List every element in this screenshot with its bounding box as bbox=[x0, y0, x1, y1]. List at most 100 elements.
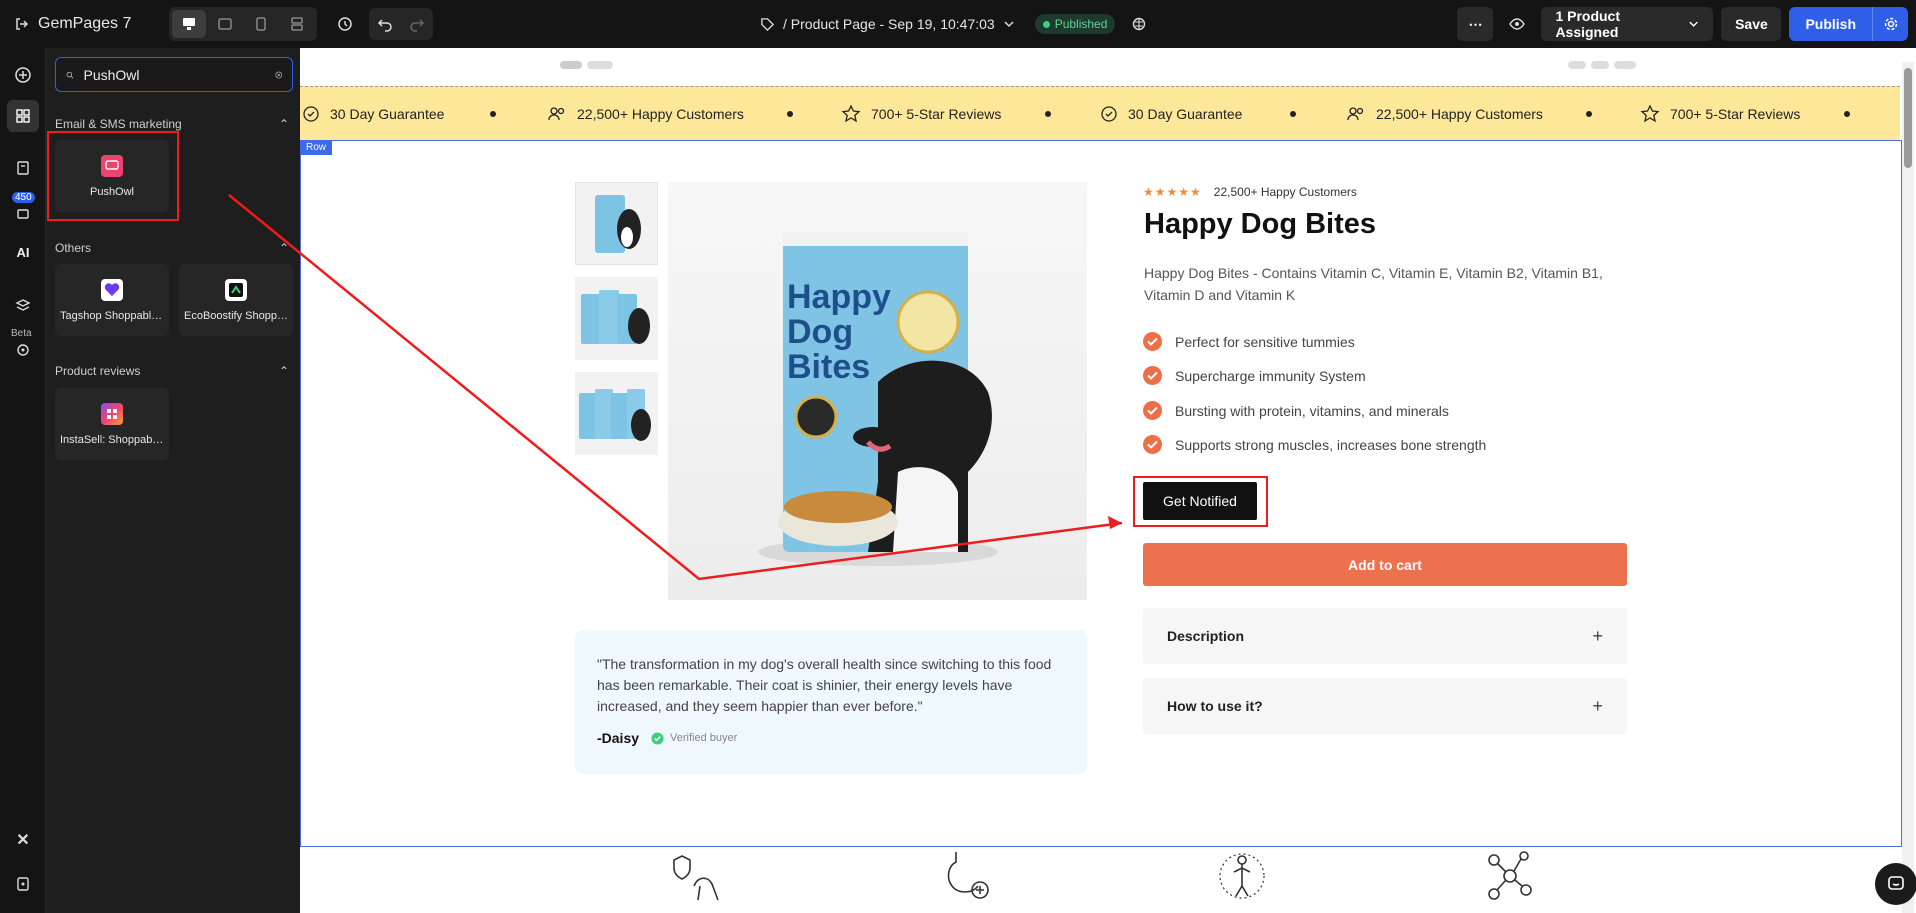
product-bullet: Bursting with protein, vitamins, and min… bbox=[1143, 401, 1449, 420]
product-bullet: Perfect for sensitive tummies bbox=[1143, 332, 1355, 351]
product-thumbnail[interactable] bbox=[575, 182, 658, 265]
help-button[interactable] bbox=[7, 868, 39, 900]
testimonial-meta: -Daisy Verified buyer bbox=[597, 730, 1065, 746]
accordion-description[interactable]: Description + bbox=[1143, 608, 1627, 664]
marquee-text: 700+ 5-Star Reviews bbox=[1670, 105, 1801, 122]
left-rail: 450 AI Beta ✕ bbox=[0, 48, 46, 913]
testimonial-card: "The transformation in my dog's overall … bbox=[575, 630, 1087, 774]
app-tile-ecoboostify[interactable]: EcoBoostify Shoppable... bbox=[179, 264, 293, 336]
users-icon bbox=[548, 106, 565, 120]
apps-icon bbox=[16, 109, 30, 123]
x-button[interactable]: ✕ bbox=[7, 824, 39, 856]
x-logo-icon: ✕ bbox=[16, 832, 30, 849]
add-element-button[interactable] bbox=[7, 59, 39, 91]
canvas-drag-handle[interactable] bbox=[1614, 61, 1636, 69]
rating-stars: ★★★★★ bbox=[1143, 185, 1202, 199]
package-text: Happy Dog Bites bbox=[787, 280, 891, 385]
brain-icon[interactable] bbox=[1131, 16, 1147, 32]
history-button[interactable] bbox=[329, 8, 361, 40]
status-badge: Published bbox=[1034, 14, 1116, 34]
accordion-title: Description bbox=[1167, 628, 1245, 644]
package-line: Dog bbox=[787, 313, 854, 351]
marquee-dot bbox=[787, 110, 793, 117]
chevron-up-icon: ⌃ bbox=[278, 364, 289, 378]
canvas-drag-handle[interactable] bbox=[1591, 61, 1609, 69]
product-bullet: Supports strong muscles, increases bone … bbox=[1143, 435, 1486, 454]
testimonial-text: "The transformation in my dog's overall … bbox=[597, 656, 1052, 714]
section-email-sms[interactable]: Email & SMS marketing ⌃ bbox=[55, 117, 289, 131]
plus-circle-icon bbox=[15, 67, 31, 83]
sections-button[interactable] bbox=[7, 196, 39, 228]
apps-button[interactable] bbox=[7, 100, 39, 132]
pages-button[interactable] bbox=[7, 152, 39, 184]
testimonial-author: -Daisy bbox=[597, 730, 640, 746]
ai-button[interactable]: AI bbox=[7, 236, 39, 268]
desktop-icon bbox=[183, 18, 196, 30]
marquee-dot bbox=[490, 110, 496, 117]
canvas-scrollbar-thumb[interactable] bbox=[1904, 68, 1912, 168]
marquee-text: 30 Day Guarantee bbox=[330, 105, 445, 122]
page-title-area[interactable]: / Product Page - Sep 19, 10:47:03 Publis… bbox=[760, 0, 1147, 48]
beta-tool-button[interactable] bbox=[7, 334, 39, 366]
package-line: Bites bbox=[787, 348, 871, 386]
chevron-up-icon: ⌃ bbox=[278, 117, 289, 131]
tile-label: EcoBoostify Shoppable... bbox=[184, 309, 288, 322]
add-to-cart-button[interactable]: Add to cart bbox=[1143, 543, 1627, 586]
undo-button[interactable] bbox=[369, 8, 401, 40]
product-title: Happy Dog Bites bbox=[1144, 208, 1377, 240]
product-main-image[interactable] bbox=[668, 182, 1087, 600]
bullet-text: Supercharge immunity System bbox=[1175, 367, 1366, 384]
product-thumbnail[interactable] bbox=[575, 372, 658, 455]
layout-view-button[interactable] bbox=[280, 10, 314, 38]
app-logo[interactable]: GemPages 7 bbox=[14, 15, 131, 33]
marquee-dot bbox=[1586, 110, 1592, 117]
marquee-dot bbox=[1045, 110, 1051, 117]
mobile-view-button[interactable] bbox=[244, 10, 278, 38]
canvas-drag-handle[interactable] bbox=[587, 61, 613, 69]
chat-launcher-button[interactable] bbox=[1875, 863, 1916, 905]
tablet-view-button[interactable] bbox=[208, 10, 242, 38]
canvas-drag-handle[interactable] bbox=[1568, 61, 1586, 69]
save-button[interactable]: Save bbox=[1721, 7, 1782, 41]
layout-icon bbox=[291, 17, 304, 31]
canvas-scrollbar[interactable] bbox=[1902, 62, 1914, 913]
editor-canvas[interactable]: 30 Day Guarantee 22,500+ Happy Customers… bbox=[300, 48, 1916, 913]
product-thumbnail[interactable] bbox=[575, 277, 658, 360]
stack-icon bbox=[15, 299, 31, 311]
clear-search-icon[interactable] bbox=[274, 68, 283, 82]
redo-button[interactable] bbox=[401, 8, 433, 40]
marquee-item: 700+ 5-Star Reviews bbox=[1640, 103, 1801, 124]
stack-button[interactable] bbox=[7, 290, 39, 322]
top-bar: GemPages 7 / Product Page - Sep 19, 10:4… bbox=[0, 0, 1916, 48]
marquee-text: 22,500+ Happy Customers bbox=[577, 105, 744, 122]
product-assigned-dropdown[interactable]: 1 Product Assigned bbox=[1541, 7, 1714, 41]
dog-food-package-illustration bbox=[758, 232, 998, 566]
check-icon bbox=[1143, 401, 1162, 420]
product-rating: ★★★★★ 22,500+ Happy Customers bbox=[1143, 185, 1357, 199]
more-button[interactable]: ⋯ bbox=[1457, 7, 1494, 41]
benefit-marquee[interactable]: 30 Day Guarantee 22,500+ Happy Customers… bbox=[300, 86, 1900, 140]
get-notified-button[interactable]: Get Notified bbox=[1143, 482, 1257, 520]
verified-text: Verified buyer bbox=[670, 732, 738, 744]
publish-settings-button[interactable] bbox=[1872, 7, 1908, 41]
section-product-reviews[interactable]: Product reviews ⌃ bbox=[55, 364, 289, 378]
product-bullet: Supercharge immunity System bbox=[1143, 366, 1366, 385]
publish-button[interactable]: Publish bbox=[1789, 7, 1872, 41]
app-tile-tagshop[interactable]: Tagshop Shoppable... bbox=[55, 264, 169, 336]
badge-check-icon bbox=[303, 105, 319, 122]
canvas-drag-handle[interactable] bbox=[560, 61, 582, 69]
search-input[interactable] bbox=[83, 66, 265, 83]
desktop-view-button[interactable] bbox=[172, 10, 207, 38]
section-others[interactable]: Others ⌃ bbox=[55, 241, 289, 255]
app-tile-instasell[interactable]: InstaSell: Shoppable... bbox=[55, 388, 169, 460]
section-title: Others bbox=[55, 241, 92, 255]
row-tag[interactable]: Row bbox=[300, 140, 333, 155]
molecule-icon bbox=[1488, 851, 1532, 900]
search-box[interactable] bbox=[55, 57, 293, 92]
preview-button[interactable] bbox=[1501, 8, 1533, 40]
marquee-item: 700+ 5-Star Reviews bbox=[841, 103, 1001, 124]
more-icon: ⋯ bbox=[1468, 15, 1483, 32]
accordion-how-to-use[interactable]: How to use it? + bbox=[1143, 678, 1627, 734]
exit-icon[interactable] bbox=[14, 16, 30, 32]
marquee-item: 22,500+ Happy Customers bbox=[1346, 105, 1543, 123]
